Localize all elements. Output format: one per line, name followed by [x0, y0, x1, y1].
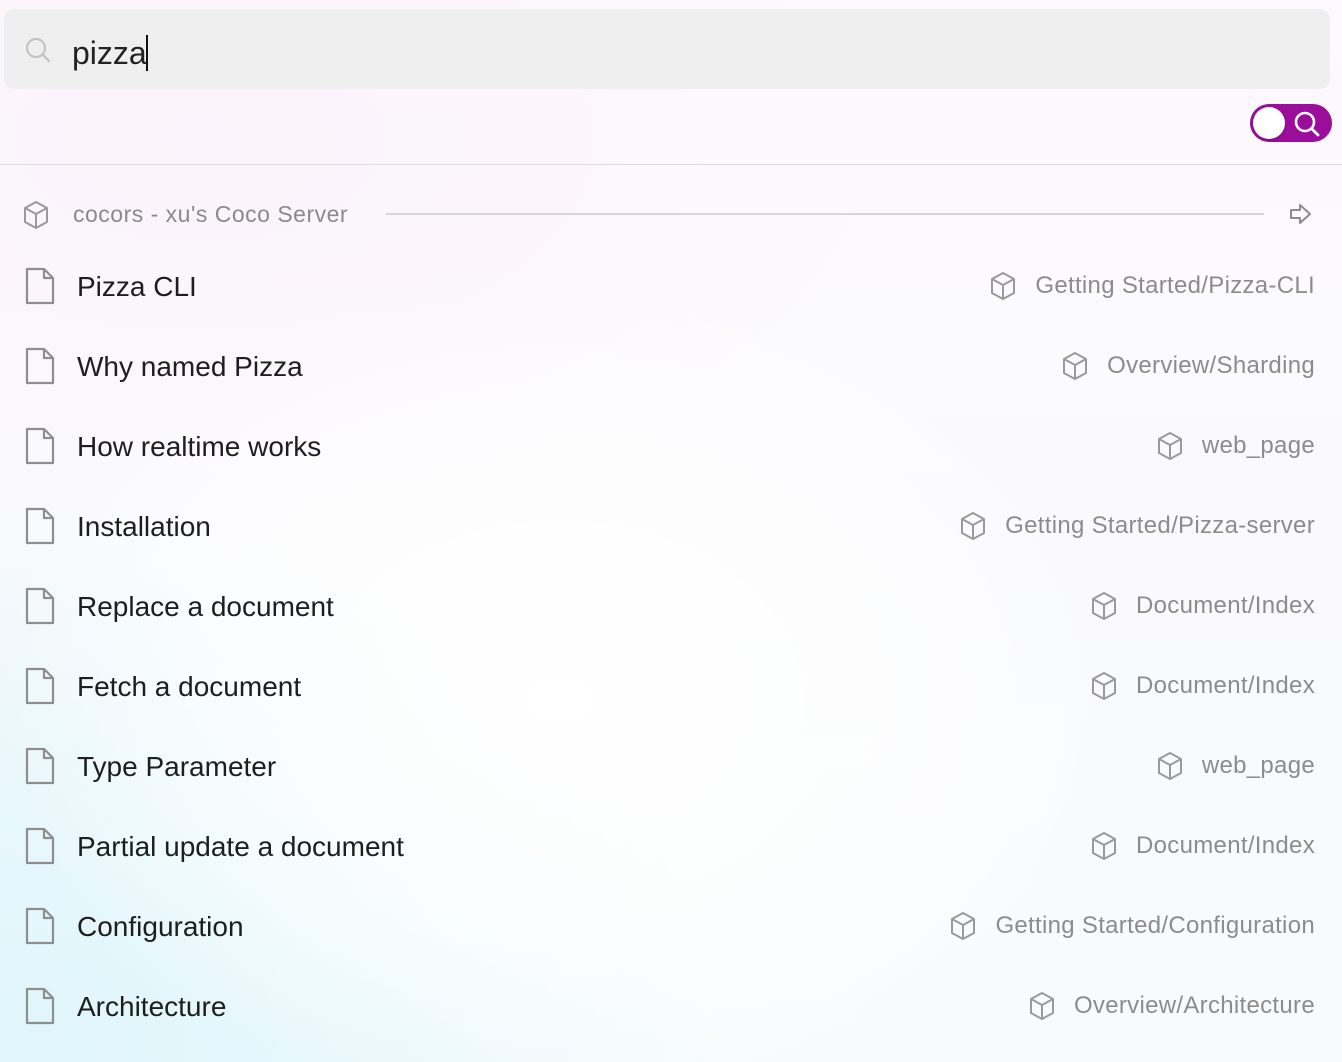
result-source: Getting Started/Pizza-CLI	[987, 268, 1315, 304]
cube-icon	[951, 912, 976, 940]
result-row[interactable]: Why named Pizza Overview/Sharding	[0, 326, 1342, 406]
result-source: Overview/Sharding	[1059, 348, 1315, 384]
document-icon	[25, 987, 55, 1025]
result-row[interactable]: Type Parameter web_page	[0, 726, 1342, 806]
cube-icon	[1029, 992, 1054, 1020]
source-label: Document/Index	[1136, 672, 1315, 699]
result-source: web_page	[1154, 748, 1315, 784]
document-icon	[25, 347, 55, 385]
result-title: Replace a document	[77, 591, 334, 622]
header-divider	[0, 164, 1342, 165]
source-label: Document/Index	[1136, 832, 1315, 859]
cube-icon	[1157, 752, 1182, 780]
source-label: Getting Started/Pizza-CLI	[1035, 272, 1315, 299]
result-title: Partial update a document	[77, 831, 404, 862]
source-label: Overview/Sharding	[1107, 352, 1315, 379]
result-row[interactable]: Installation Getting Started/Pizza-serve…	[0, 486, 1342, 566]
result-source: Document/Index	[1088, 588, 1315, 624]
cube-icon	[991, 272, 1016, 300]
cube-icon	[1092, 592, 1117, 620]
arrow-right-icon[interactable]	[1287, 200, 1315, 228]
source-label: Getting Started/Configuration	[995, 912, 1315, 939]
result-title: Why named Pizza	[77, 351, 303, 382]
result-source: Overview/Architecture	[1026, 988, 1315, 1024]
result-source: Document/Index	[1088, 828, 1315, 864]
toggle-knob[interactable]	[1253, 107, 1285, 139]
text-caret	[145, 35, 149, 71]
result-title: How realtime works	[77, 431, 322, 462]
cube-icon	[1092, 672, 1117, 700]
source-label: Document/Index	[1136, 592, 1315, 619]
search-mode-toggle[interactable]	[1250, 104, 1332, 142]
result-row[interactable]: How realtime works web_page	[0, 406, 1342, 486]
source-label: Overview/Architecture	[1073, 992, 1315, 1019]
document-icon	[25, 907, 55, 945]
document-icon	[25, 667, 55, 705]
result-row[interactable]: Replace a document Document/Index	[0, 566, 1342, 646]
result-title: Configuration	[77, 911, 244, 942]
document-icon	[25, 507, 55, 545]
result-group-header: cocors - xu's Coco Server	[0, 190, 1342, 238]
source-label: web_page	[1201, 752, 1315, 779]
result-row[interactable]: Fetch a document Document/Index	[0, 646, 1342, 726]
result-title: Type Parameter	[77, 751, 277, 782]
cube-icon	[24, 201, 48, 229]
result-title: Pizza CLI	[77, 271, 197, 302]
result-row[interactable]: Architecture Overview/Architecture	[0, 966, 1342, 1046]
result-row[interactable]: Partial update a document Document/Index	[0, 806, 1342, 886]
search-query-text: pizza	[72, 35, 147, 71]
document-icon	[25, 267, 55, 305]
source-label: Getting Started/Pizza-server	[1005, 512, 1315, 539]
result-row[interactable]: Configuration Getting Started/Configurat…	[0, 886, 1342, 966]
source-label: web_page	[1201, 432, 1315, 459]
document-icon	[25, 827, 55, 865]
cube-icon	[961, 512, 986, 540]
cube-icon	[1157, 432, 1182, 460]
group-title: cocors - xu's Coco Server	[73, 201, 349, 227]
result-title: Installation	[77, 511, 211, 542]
document-icon	[25, 427, 55, 465]
document-icon	[25, 587, 55, 625]
result-source: Getting Started/Pizza-server	[957, 508, 1315, 544]
group-separator-line	[386, 213, 1264, 215]
search-icon	[25, 37, 51, 63]
result-source: web_page	[1154, 428, 1315, 464]
search-icon	[1294, 111, 1320, 137]
result-title: Architecture	[77, 991, 227, 1022]
cube-icon	[1063, 352, 1088, 380]
result-row[interactable]: Pizza CLI Getting Started/Pizza-CLI	[0, 246, 1342, 326]
document-icon	[25, 747, 55, 785]
search-bar[interactable]: pizza	[4, 9, 1330, 89]
cube-icon	[1092, 832, 1117, 860]
result-source: Getting Started/Configuration	[947, 908, 1315, 944]
search-input[interactable]: pizza	[72, 35, 149, 71]
result-title: Fetch a document	[77, 671, 302, 702]
results-list: Pizza CLI Getting Started/Pizza-CLI Why …	[0, 246, 1342, 1046]
result-source: Document/Index	[1088, 668, 1315, 704]
